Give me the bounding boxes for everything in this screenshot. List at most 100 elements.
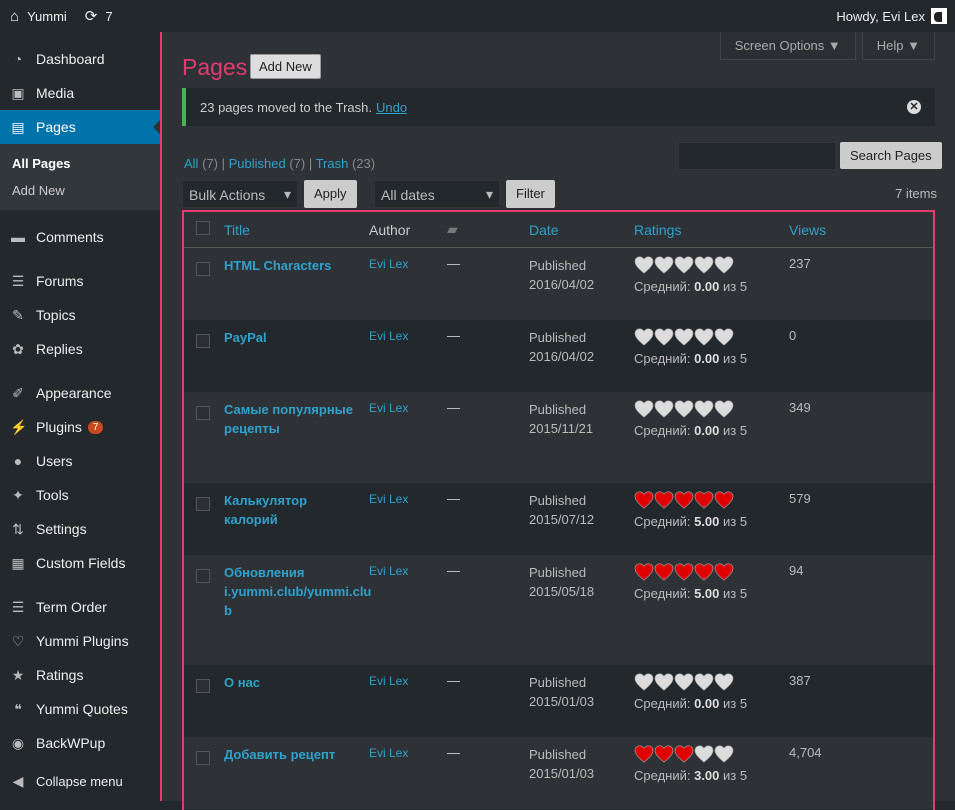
title-column-header[interactable]: Title [224, 222, 250, 238]
author-link[interactable]: Evi Lex [369, 401, 408, 415]
howdy-user[interactable]: Howdy, Evi Lex [836, 9, 925, 24]
heart-empty-icon[interactable] [674, 673, 694, 693]
view-published-link[interactable]: Published [229, 156, 286, 171]
heart-empty-icon[interactable] [674, 328, 694, 348]
heart-filled-icon[interactable] [634, 745, 654, 765]
heart-empty-icon[interactable] [654, 400, 674, 420]
date-column-header[interactable]: Date [529, 222, 559, 238]
bulk-actions-select[interactable]: Bulk Actions [182, 180, 298, 208]
heart-filled-icon[interactable] [694, 491, 714, 511]
undo-link[interactable]: Undo [376, 100, 407, 115]
row-checkbox[interactable] [196, 679, 210, 693]
heart-filled-icon[interactable] [654, 745, 674, 765]
sidebar-item-tools[interactable]: ✦ Tools [0, 478, 160, 512]
sidebar-item-users[interactable]: ● Users [0, 444, 160, 478]
row-checkbox[interactable] [196, 262, 210, 276]
add-new-button[interactable]: Add New [250, 54, 321, 79]
site-name[interactable]: Yummi [27, 9, 67, 24]
sidebar-item-yummi-quotes[interactable]: ❝ Yummi Quotes [0, 692, 160, 726]
dismiss-icon[interactable]: ✕ [907, 100, 921, 114]
row-checkbox[interactable] [196, 334, 210, 348]
sidebar-item-yummi-plugins[interactable]: ♡ Yummi Plugins [0, 624, 160, 658]
row-checkbox[interactable] [196, 497, 210, 511]
heart-empty-icon[interactable] [654, 328, 674, 348]
submenu-add-new[interactable]: Add New [0, 177, 160, 204]
heart-filled-icon[interactable] [634, 563, 654, 583]
avatar[interactable] [931, 8, 947, 24]
heart-empty-icon[interactable] [694, 256, 714, 276]
submenu-all-pages[interactable]: All Pages [0, 150, 160, 177]
view-all-link[interactable]: All [184, 156, 198, 171]
sidebar-item-ratings[interactable]: ★ Ratings [0, 658, 160, 692]
page-title-link[interactable]: Калькулятор калорий [224, 491, 369, 529]
heart-filled-icon[interactable] [674, 563, 694, 583]
heart-empty-icon[interactable] [674, 400, 694, 420]
sidebar-item-custom-fields[interactable]: ▦ Custom Fields [0, 546, 160, 580]
author-link[interactable]: Evi Lex [369, 674, 408, 688]
views-column-header[interactable]: Views [789, 222, 826, 238]
select-all-checkbox[interactable] [196, 221, 210, 235]
dates-select[interactable]: All dates [374, 180, 500, 208]
page-title-link[interactable]: Обновления i.yummi.club/yummi.clu b [224, 563, 371, 620]
heart-filled-icon[interactable] [714, 563, 734, 583]
author-link[interactable]: Evi Lex [369, 564, 408, 578]
heart-filled-icon[interactable] [694, 563, 714, 583]
row-checkbox[interactable] [196, 751, 210, 765]
heart-empty-icon[interactable] [714, 400, 734, 420]
page-title-link[interactable]: Самые популярные рецепты [224, 400, 369, 438]
heart-filled-icon[interactable] [714, 491, 734, 511]
view-trash-link[interactable]: Trash [316, 156, 349, 171]
filter-button[interactable]: Filter [506, 180, 555, 208]
screen-options-button[interactable]: Screen Options ▼ [719, 32, 856, 60]
sidebar-item-dashboard[interactable]: ◔ Dashboard [0, 42, 160, 76]
author-link[interactable]: Evi Lex [369, 257, 408, 271]
heart-empty-icon[interactable] [714, 328, 734, 348]
page-title-link[interactable]: О нас [224, 673, 369, 692]
apply-button[interactable]: Apply [304, 180, 357, 208]
heart-empty-icon[interactable] [634, 673, 654, 693]
row-checkbox[interactable] [196, 569, 210, 583]
search-input[interactable] [678, 142, 836, 170]
author-link[interactable]: Evi Lex [369, 329, 408, 343]
page-title-link[interactable]: HTML Characters [224, 256, 369, 275]
heart-empty-icon[interactable] [694, 328, 714, 348]
row-checkbox[interactable] [196, 406, 210, 420]
heart-empty-icon[interactable] [654, 256, 674, 276]
sidebar-item-backwpup[interactable]: ◉ BackWPup [0, 726, 160, 760]
heart-filled-icon[interactable] [654, 563, 674, 583]
heart-empty-icon[interactable] [714, 745, 734, 765]
page-title-link[interactable]: Добавить рецепт [224, 745, 369, 764]
heart-empty-icon[interactable] [634, 256, 654, 276]
heart-filled-icon[interactable] [654, 491, 674, 511]
sidebar-item-term-order[interactable]: ☰ Term Order [0, 590, 160, 624]
sidebar-item-settings[interactable]: ⇅ Settings [0, 512, 160, 546]
author-link[interactable]: Evi Lex [369, 746, 408, 760]
sidebar-item-pages[interactable]: ▤ Pages [0, 110, 161, 144]
sidebar-item-replies[interactable]: ✿ Replies [0, 332, 160, 366]
sidebar-item-appearance[interactable]: ✐ Appearance [0, 376, 160, 410]
heart-empty-icon[interactable] [634, 328, 654, 348]
sidebar-item-media[interactable]: ▣ Media [0, 76, 160, 110]
heart-empty-icon[interactable] [714, 256, 734, 276]
heart-empty-icon[interactable] [694, 400, 714, 420]
updates-icon[interactable]: ⟳ [85, 7, 98, 25]
author-link[interactable]: Evi Lex [369, 492, 408, 506]
sidebar-item-comments[interactable]: ▬ Comments [0, 220, 160, 254]
home-icon[interactable]: ⌂ [10, 8, 19, 25]
heart-empty-icon[interactable] [694, 745, 714, 765]
heart-empty-icon[interactable] [674, 256, 694, 276]
help-button[interactable]: Help ▼ [861, 32, 935, 60]
heart-filled-icon[interactable] [674, 745, 694, 765]
heart-empty-icon[interactable] [714, 673, 734, 693]
heart-empty-icon[interactable] [654, 673, 674, 693]
heart-filled-icon[interactable] [674, 491, 694, 511]
heart-filled-icon[interactable] [634, 491, 654, 511]
ratings-column-header[interactable]: Ratings [634, 222, 681, 238]
sidebar-item-collapse-menu[interactable]: ◀ Collapse menu [0, 764, 160, 798]
heart-empty-icon[interactable] [694, 673, 714, 693]
sidebar-item-plugins[interactable]: ⚡ Plugins 7 [0, 410, 160, 444]
sidebar-item-forums[interactable]: ☰ Forums [0, 264, 160, 298]
page-title-link[interactable]: PayPal [224, 328, 369, 347]
sidebar-item-topics[interactable]: ✎ Topics [0, 298, 160, 332]
heart-empty-icon[interactable] [634, 400, 654, 420]
